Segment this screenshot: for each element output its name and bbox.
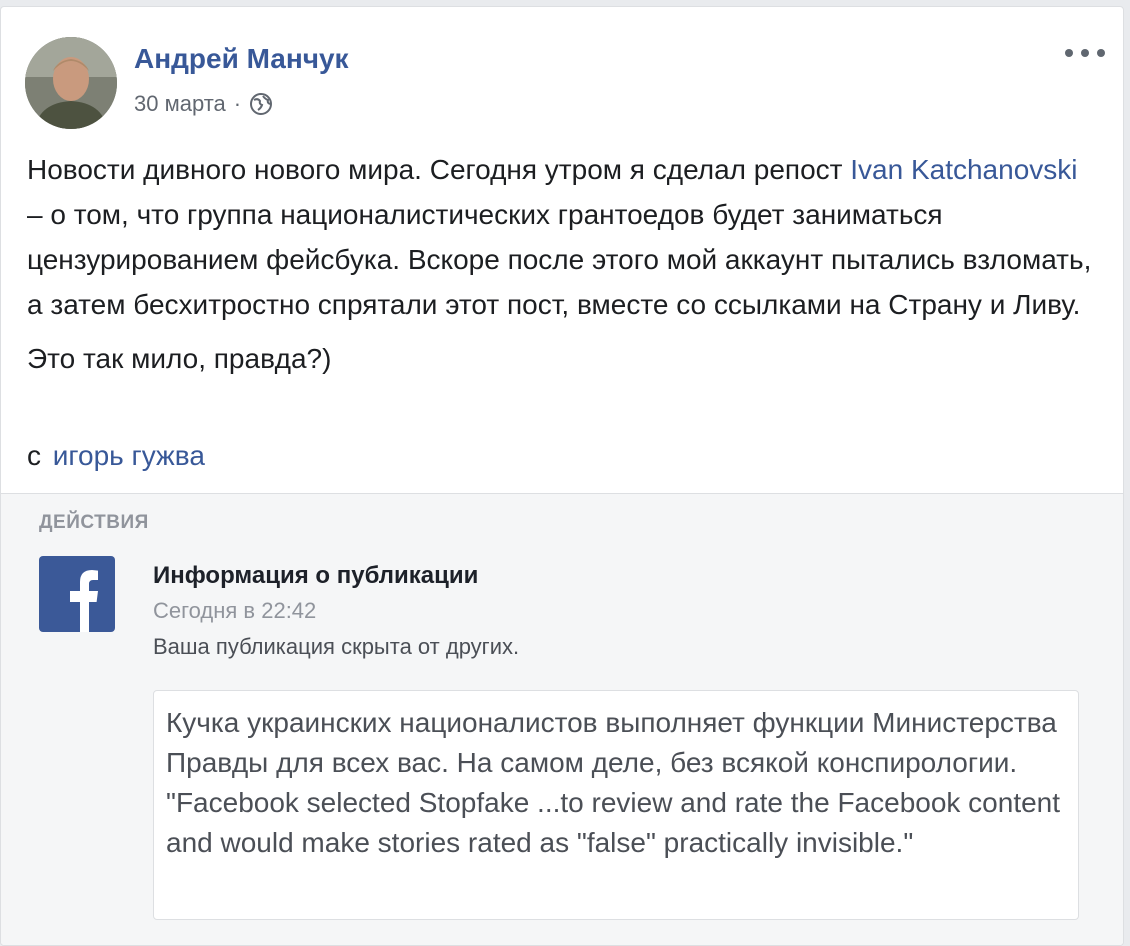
with-prefix: с bbox=[27, 440, 41, 471]
post-paragraph-second: Это так мило, правда?) bbox=[27, 343, 332, 374]
post-text-segment: Новости дивного нового мира. Сегодня утр… bbox=[27, 154, 851, 185]
facebook-logo-icon bbox=[39, 556, 115, 632]
notification-description: Ваша публикация скрыта от других. bbox=[153, 634, 520, 659]
post-body: Новости дивного нового мира. Сегодня утр… bbox=[27, 147, 1097, 381]
author-avatar[interactable] bbox=[25, 37, 117, 129]
tagged-with: с игорь гужва bbox=[27, 433, 205, 478]
tagged-person-link[interactable]: игорь гужва bbox=[53, 440, 205, 471]
mention-link[interactable]: Ivan Katchanovski bbox=[850, 154, 1077, 185]
quote-text: Кучка украинских националистов выполняет… bbox=[166, 707, 1061, 858]
actions-header: ДЕЙСТВИЯ bbox=[39, 512, 149, 533]
globe-icon[interactable] bbox=[249, 92, 273, 116]
actions-section: ДЕЙСТВИЯ Информация о публикации Сегодня… bbox=[1, 493, 1123, 945]
post-text-segment: – о том, что группа националистических г… bbox=[27, 199, 1092, 320]
hidden-post-quote: Кучка украинских националистов выполняет… bbox=[153, 690, 1079, 920]
notification-title: Информация о публикации bbox=[153, 562, 479, 589]
post-card: Андрей Манчук 30 марта · Новости дивного… bbox=[0, 6, 1124, 946]
author-name-link[interactable]: Андрей Манчук bbox=[134, 43, 349, 75]
post-date-link[interactable]: 30 марта bbox=[134, 91, 226, 117]
avatar-photo bbox=[25, 37, 117, 129]
meta-separator: · bbox=[233, 91, 242, 116]
notification-time: Сегодня в 22:42 bbox=[153, 598, 317, 623]
post-meta: 30 марта · bbox=[134, 91, 273, 117]
post-paragraph: Новости дивного нового мира. Сегодня утр… bbox=[27, 147, 1097, 327]
more-options-icon[interactable] bbox=[1065, 41, 1105, 65]
